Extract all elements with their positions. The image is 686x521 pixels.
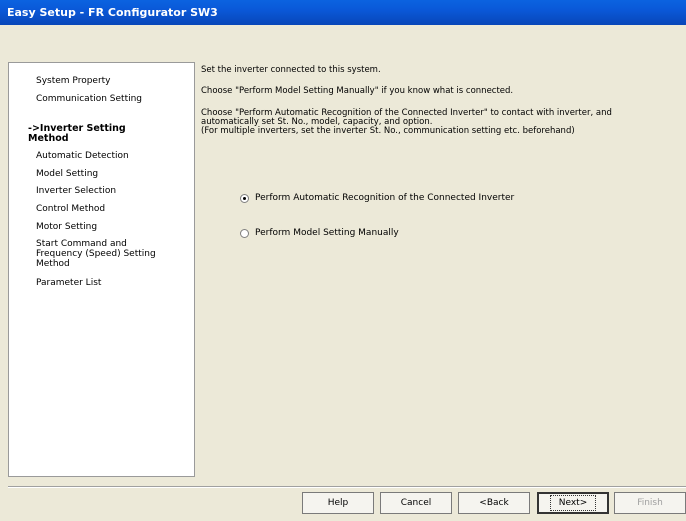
nav-item-parameter-list[interactable]: Parameter List bbox=[36, 278, 101, 288]
instruction-line-2: Choose "Perform Model Setting Manually" … bbox=[201, 86, 514, 96]
option-manual-model-setting-label: Perform Model Setting Manually bbox=[255, 228, 399, 238]
nav-item-control-method[interactable]: Control Method bbox=[36, 204, 105, 214]
cancel-button[interactable]: Cancel bbox=[380, 492, 452, 514]
instruction-line-1: Set the inverter connected to this syste… bbox=[201, 65, 381, 75]
radio-unselected-icon[interactable] bbox=[240, 228, 249, 238]
option-automatic-recognition[interactable]: Perform Automatic Recognition of the Con… bbox=[240, 193, 514, 203]
finish-button[interactable]: Finish bbox=[614, 492, 686, 514]
option-automatic-recognition-label: Perform Automatic Recognition of the Con… bbox=[255, 193, 515, 203]
nav-item-communication-setting[interactable]: Communication Setting bbox=[36, 94, 142, 104]
option-manual-model-setting[interactable]: Perform Model Setting Manually bbox=[240, 228, 399, 238]
help-button[interactable]: Help bbox=[302, 492, 374, 514]
nav-item-inverter-selection[interactable]: Inverter Selection bbox=[36, 186, 116, 196]
nav-item-inverter-setting-method[interactable]: ->Inverter Setting Method bbox=[28, 124, 126, 144]
window-title: Easy Setup - FR Configurator SW3 bbox=[0, 0, 686, 25]
radio-selected-icon[interactable] bbox=[240, 193, 249, 203]
nav-item-start-command-setting[interactable]: Start Command and Frequency (Speed) Sett… bbox=[36, 239, 156, 269]
step-navigation-panel: System Property Communication Setting ->… bbox=[8, 62, 195, 477]
next-button[interactable]: Next> bbox=[537, 492, 609, 514]
footer-divider bbox=[8, 486, 686, 488]
nav-item-system-property[interactable]: System Property bbox=[36, 76, 111, 86]
back-button[interactable]: <Back bbox=[458, 492, 530, 514]
nav-item-automatic-detection[interactable]: Automatic Detection bbox=[36, 151, 129, 161]
nav-item-motor-setting[interactable]: Motor Setting bbox=[36, 222, 97, 232]
next-button-label: Next> bbox=[549, 495, 597, 511]
nav-item-model-setting[interactable]: Model Setting bbox=[36, 169, 98, 179]
instruction-line-3: Choose "Perform Automatic Recognition of… bbox=[201, 108, 612, 136]
